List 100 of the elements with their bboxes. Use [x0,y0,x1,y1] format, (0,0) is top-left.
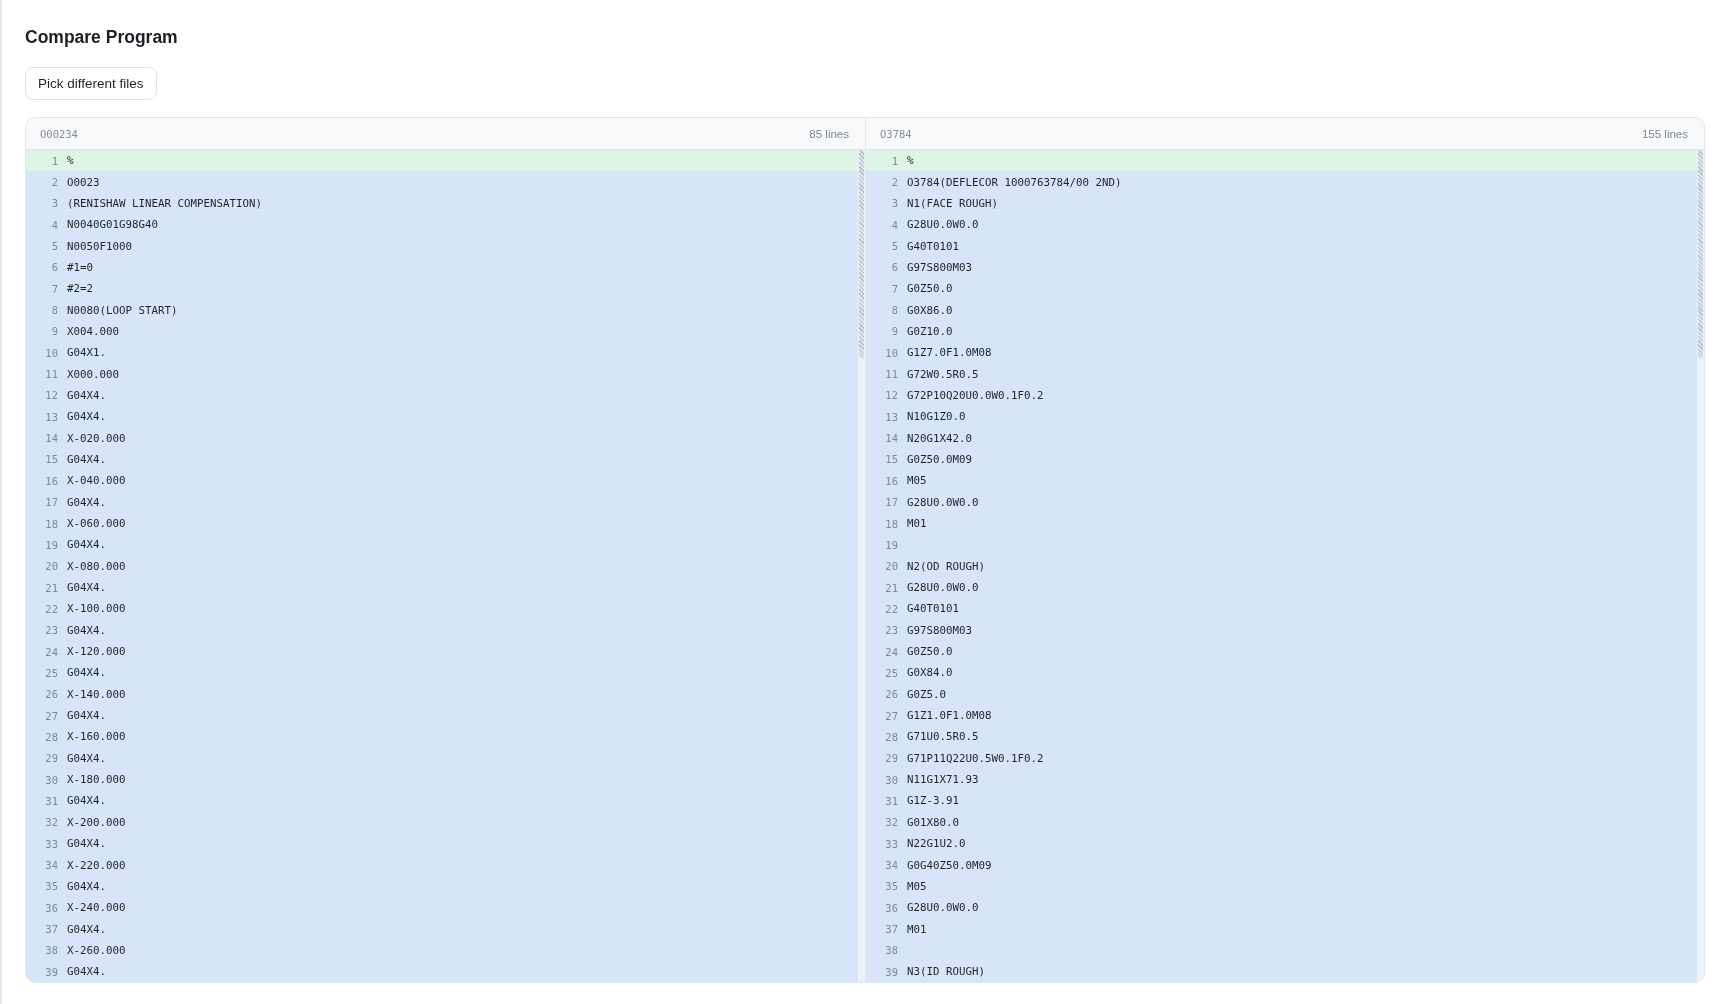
code-text: G0X86.0 [907,303,953,317]
line-number: 37 [884,923,898,936]
line-number: 6 [890,261,898,274]
line-number: 9 [50,325,58,338]
line-number: 26 [884,688,898,701]
code-text: G04X4. [67,453,106,466]
code-text: G04X4. [67,495,106,509]
code-text: G1Z1.0F1.0M08 [907,709,992,723]
line-number: 25 [884,666,898,679]
line-number: 24 [884,645,898,658]
line-number: 28 [884,730,898,743]
line-number: 5 [50,240,58,253]
line-number: 27 [884,709,898,722]
code-text: M01 [907,517,927,530]
line-number: 30 [44,773,58,786]
line-number: 39 [44,965,58,978]
code-text: G40T0101 [907,602,959,616]
line-number: 12 [884,389,898,402]
code-text: N0080(LOOP START) [67,303,178,317]
line-number: 8 [50,304,58,317]
line-number: 5 [890,240,898,253]
line-number: 32 [44,816,58,829]
file-name: O3784 [880,127,912,140]
line-number: 38 [44,944,58,957]
code-text: G28U0.0W0.0 [907,901,979,915]
line-number: 10 [884,346,898,359]
code-text: X004.000 [67,324,119,338]
code-text: G04X4. [67,965,106,979]
code-text: N2(OD ROUGH) [907,559,985,573]
line-number: 2 [50,176,58,188]
code-text: X-160.000 [67,730,126,744]
code-text: G1Z7.0F1.0M08 [907,346,992,360]
code-text: (RENISHAW LINEAR COMPENSATION) [67,196,262,210]
line-number: 16 [44,474,58,487]
code-text: G0Z10.0 [907,324,953,338]
scrollbar-thumb[interactable] [859,150,864,358]
code-text: X-120.000 [67,645,126,659]
line-number: 38 [884,944,898,957]
line-number: 27 [44,709,58,722]
code-text: N1(FACE ROUGH) [907,196,998,210]
line-number: 33 [884,837,898,850]
code-text: N11G1X71.93 [907,773,979,787]
code-text: G0X84.0 [907,666,953,680]
code-text: G01X80.0 [907,815,959,829]
pick-files-button[interactable]: Pick different files [25,67,157,100]
line-number: 6 [50,261,58,274]
code-text: G71P11Q22U0.5W0.1F0.2 [907,751,1044,765]
code-text: G04X4. [67,794,106,808]
line-number: 23 [884,624,898,637]
line-number: 33 [44,837,58,850]
code-text: G0Z5.0 [907,687,946,701]
line-number: 13 [884,410,898,423]
code-text: G04X4. [67,410,106,424]
line-number: 1 [890,154,898,167]
code-text: G04X4. [67,837,106,851]
line-number: 19 [44,538,58,551]
line-number: 35 [44,880,58,893]
line-number: 34 [884,859,898,871]
code-text: X000.000 [67,367,119,381]
file-name: O00234 [40,127,78,140]
scrollbar[interactable] [1697,150,1704,983]
code-text: % [907,154,914,168]
line-number: 17 [44,496,58,509]
line-number: 31 [884,795,898,807]
code-text: N0050F1000 [67,239,132,253]
code-text: G04X4. [67,922,106,936]
line-number: 9 [890,325,898,338]
line-number: 8 [890,304,898,317]
line-number: 24 [44,645,58,658]
line-number: 32 [884,816,898,829]
line-number: 2 [890,176,898,188]
code-text: G0Z50.0 [907,645,953,659]
line-number: 1 [50,154,58,167]
scrollbar[interactable] [858,150,865,983]
code-text: M05 [907,474,927,488]
line-count: 85 lines [809,127,849,140]
code-text: O0023 [67,175,100,189]
line-number: 30 [884,773,898,786]
code-text: N10G1Z0.0 [907,410,966,424]
code-text: G0Z50.0M09 [907,453,972,466]
line-number: 19 [884,538,898,551]
code-text: G04X4. [67,709,106,723]
code-text: N22G1U2.0 [907,837,966,851]
line-number: 15 [44,453,58,466]
code-text: G04X4. [67,388,106,402]
line-number: 28 [44,730,58,743]
code-text: X-080.000 [67,559,126,573]
code-text: N3(ID ROUGH) [907,965,985,979]
line-number: 4 [890,218,898,231]
line-number: 36 [44,901,58,914]
code-text: X-060.000 [67,517,126,530]
line-number: 17 [884,496,898,509]
code-text: M01 [907,922,927,936]
code-text: X-040.000 [67,474,126,488]
line-number: 22 [884,602,898,615]
scrollbar-thumb[interactable] [1698,150,1703,358]
code-text: G04X4. [67,623,106,637]
line-number: 22 [44,602,58,615]
line-number: 18 [884,517,898,530]
line-number: 14 [44,432,58,445]
